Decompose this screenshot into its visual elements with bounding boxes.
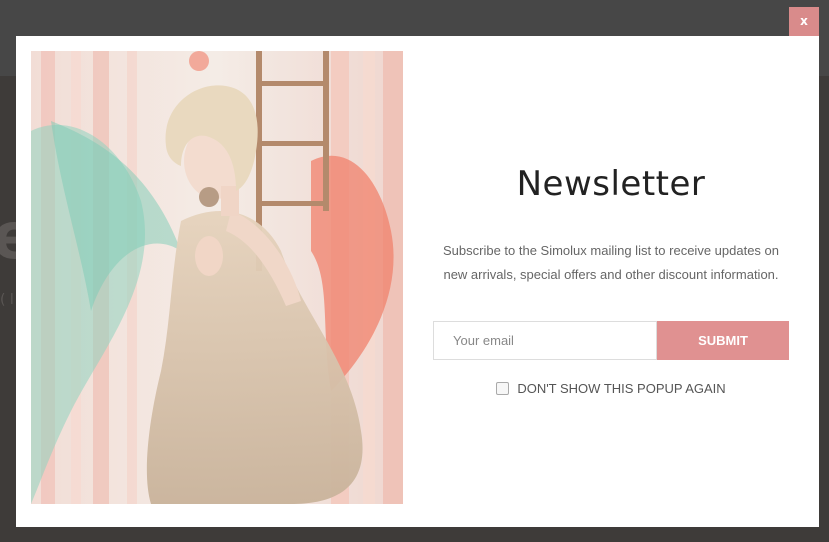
dont-show-checkbox[interactable] [496,382,510,395]
background-subtext: ( l [0,292,14,308]
newsletter-popup: Newsletter Subscribe to the Simolux mail… [16,36,819,527]
dont-show-again-option[interactable]: DON'T SHOW THIS POPUP AGAIN [433,381,789,396]
fashion-model-photo [31,51,403,504]
email-input[interactable] [433,321,657,360]
newsletter-content: Newsletter Subscribe to the Simolux mail… [433,36,789,527]
dont-show-label: DON'T SHOW THIS POPUP AGAIN [517,381,726,396]
popup-title: Newsletter [516,164,706,204]
submit-button[interactable]: SUBMIT [657,321,789,360]
popup-description: Subscribe to the Simolux mailing list to… [442,243,779,282]
close-popup-button[interactable]: x [789,7,819,36]
